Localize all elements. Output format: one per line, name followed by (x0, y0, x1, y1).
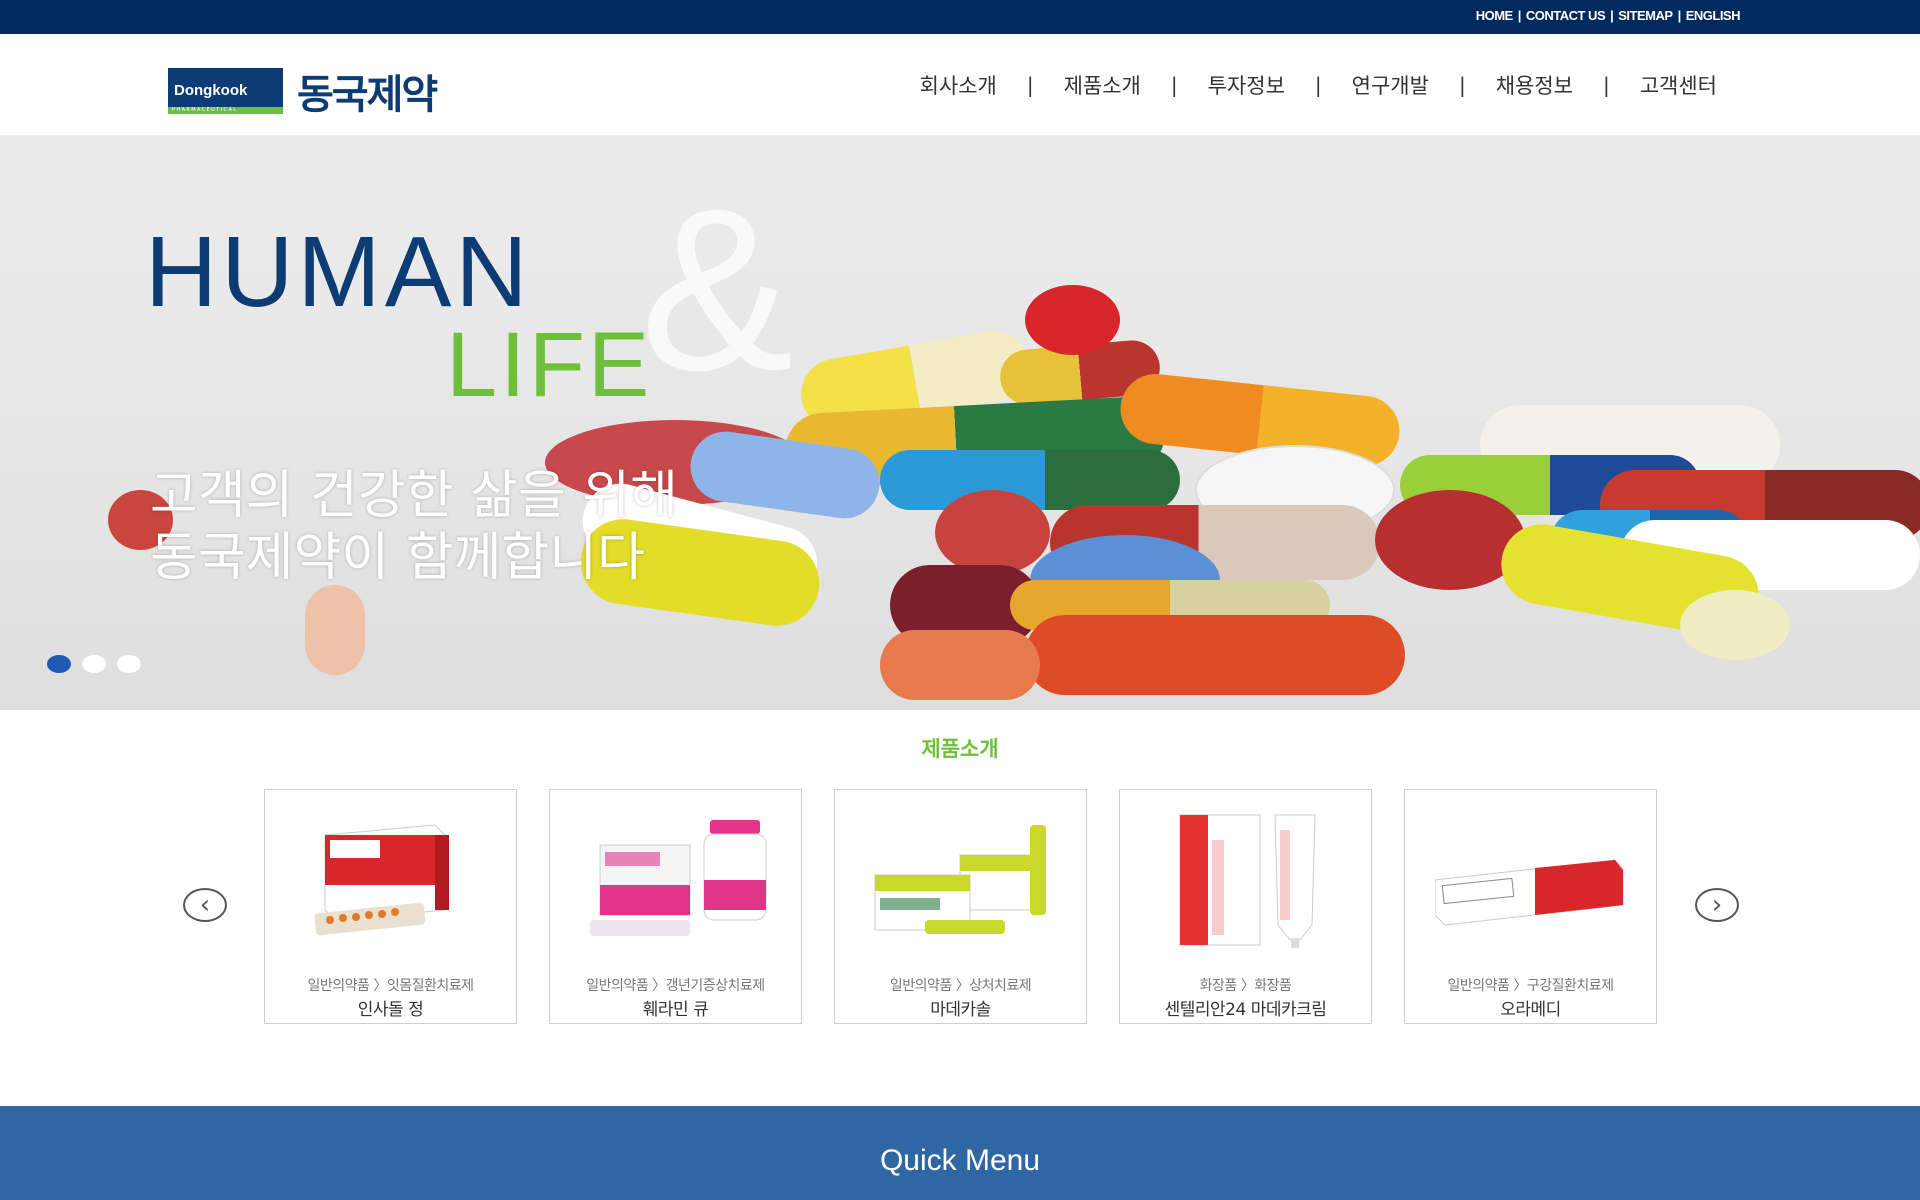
chevron-right-icon: › (1711, 890, 1723, 920)
product-category: 일반의약품 〉갱년기증상치료제 (586, 978, 765, 994)
home-link[interactable]: HOME (1476, 8, 1514, 23)
product-category: 일반의약품 〉잇몸질환치료제 (307, 978, 474, 994)
nav-item-careers[interactable]: 채용정보 (1496, 70, 1573, 100)
product-name: 훼라민 큐 (642, 1000, 709, 1020)
nav-separator: | (1170, 73, 1178, 97)
slide-dot-3[interactable] (117, 655, 141, 673)
product-name: 인사돌 정 (357, 1000, 424, 1020)
prev-arrow-button[interactable]: ‹ (183, 888, 227, 922)
logo-badge: Dongkook PHARMACEUTICAL (168, 68, 283, 114)
slide-dot-1[interactable] (47, 655, 71, 673)
product-image-insadol (314, 824, 449, 936)
product-card[interactable]: 일반의약품 〉갱년기증상치료제 훼라민 큐 (549, 789, 802, 1024)
products-section-title: 제품소개 (921, 737, 999, 761)
product-name: 센텔리안24 마데카크림 (1164, 1000, 1327, 1020)
nav-item-products[interactable]: 제품소개 (1064, 70, 1141, 100)
site-header: Dongkook PHARMACEUTICAL 동국제약 회사소개 | 제품소개… (0, 34, 1920, 135)
nav-item-customer-center[interactable]: 고객센터 (1640, 70, 1717, 100)
link-divider: | (1610, 8, 1614, 23)
link-divider: | (1517, 8, 1522, 23)
chevron-left-icon: ‹ (199, 890, 211, 920)
utility-links: HOME | CONTACT US | SITEMAP | ENGLISH (1476, 8, 1741, 23)
product-card[interactable]: 화장품 〉화장품 센텔리안24 마데카크림 (1119, 789, 1372, 1024)
hero-subtitle: 고객의 건강한 삶을 위해 동국제약이 함께합니다 (150, 465, 678, 589)
hero-subtitle-line1: 고객의 건강한 삶을 위해 (150, 466, 678, 526)
product-card[interactable]: 일반의약품 〉잇몸질환치료제 인사돌 정 (264, 789, 517, 1024)
nav-separator: | (1602, 73, 1610, 97)
nav-item-research[interactable]: 연구개발 (1352, 70, 1429, 100)
slide-indicators (47, 655, 152, 673)
logo-korean-text: 동국제약 (297, 72, 438, 118)
slide-dot-2[interactable] (82, 655, 106, 673)
dongkook-logo[interactable]: Dongkook PHARMACEUTICAL 동국제약 (168, 62, 438, 120)
product-category: 일반의약품 〉구강질환치료제 (1447, 978, 1614, 994)
hero-subtitle-line2: 동국제약이 함께합니다 (150, 528, 645, 588)
logo-green-strip: PHARMACEUTICAL (168, 107, 283, 114)
product-card[interactable]: 일반의약품 〉구강질환치료제 오라메디 (1404, 789, 1657, 1024)
product-category: 일반의약품 〉상처치료제 (889, 978, 1032, 994)
product-card[interactable]: 일반의약품 〉상처치료제 마데카솔 (834, 789, 1087, 1024)
product-image-oramedi (1435, 859, 1624, 926)
product-image-feramin (590, 820, 767, 936)
quick-menu-section: Quick Menu (0, 1106, 1920, 1200)
nav-separator: | (1458, 73, 1466, 97)
product-name: 오라메디 (1500, 1000, 1561, 1020)
link-divider: | (1677, 8, 1682, 23)
hero-life-text: LIFE (446, 314, 653, 416)
sitemap-link[interactable]: SITEMAP (1618, 8, 1673, 23)
quick-menu-title[interactable]: Quick Menu (0, 1144, 1920, 1178)
product-image-centellian (1179, 814, 1316, 948)
product-image-madecassol (874, 825, 1046, 934)
contact-us-link[interactable]: CONTACT US (1526, 8, 1606, 23)
logo-sub-text: PHARMACEUTICAL (172, 107, 238, 113)
product-name: 마데카솔 (930, 1000, 991, 1020)
top-utility-bar: HOME | CONTACT US | SITEMAP | ENGLISH (0, 0, 1920, 34)
nav-item-investor[interactable]: 투자정보 (1208, 70, 1285, 100)
logo-english-text: Dongkook (174, 82, 248, 99)
nav-item-company[interactable]: 회사소개 (920, 70, 997, 100)
nav-separator: | (1314, 73, 1322, 97)
hero-ampersand: & (640, 161, 794, 418)
main-nav: 회사소개 | 제품소개 | 투자정보 | 연구개발 | 채용정보 | 고객센터 (920, 70, 1717, 100)
next-arrow-button[interactable]: › (1695, 888, 1739, 922)
hero-banner: & HUMAN LIFE 고객의 건강한 삶을 위해 동국제약이 함께합니다 (0, 135, 1920, 710)
product-carousel: 일반의약품 〉잇몸질환치료제 인사돌 정 일반의약품 〉갱년기증상치료제 훼라민… (264, 789, 1657, 1024)
product-category: 화장품 〉화장품 (1199, 978, 1292, 994)
nav-separator: | (1026, 73, 1034, 97)
english-link[interactable]: ENGLISH (1686, 8, 1741, 23)
